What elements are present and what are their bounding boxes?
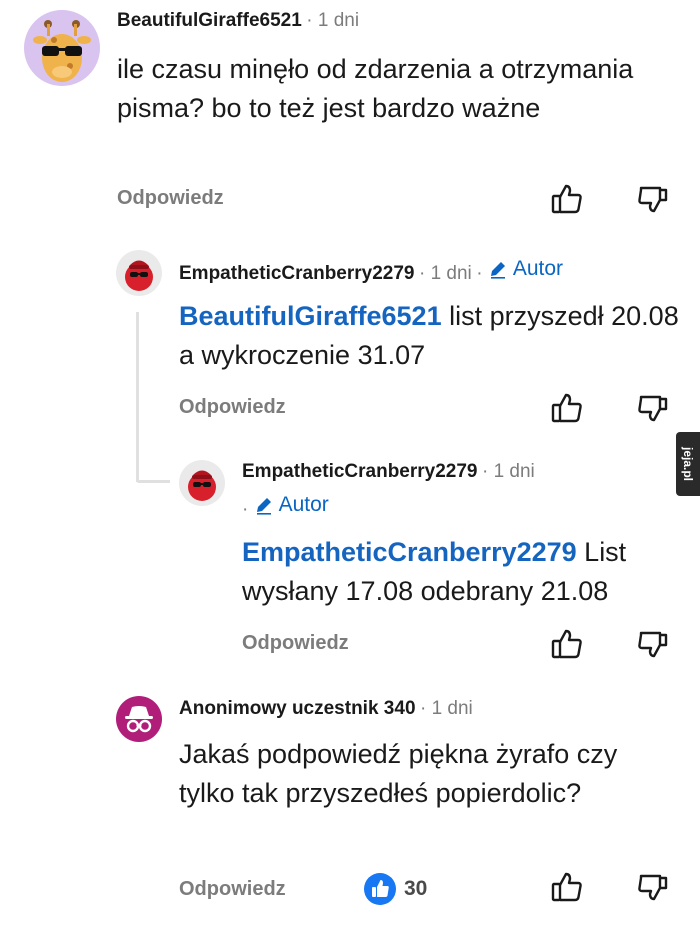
- pencil-icon: [256, 498, 271, 515]
- reply-button[interactable]: Odpowiedz: [179, 878, 286, 901]
- cranberry-icon: [188, 470, 216, 501]
- reply-button[interactable]: Odpowiedz: [117, 187, 224, 210]
- username[interactable]: Anonimowy uczestnik 340: [179, 698, 416, 719]
- comment-body: BeautifulGiraffe6521 list przyszedł 20.0…: [179, 297, 679, 375]
- like-reaction-icon: [364, 873, 396, 905]
- thumbs-down-icon[interactable]: [636, 627, 670, 661]
- avatar[interactable]: [24, 10, 100, 86]
- author-label: Autor: [278, 493, 329, 516]
- comment-header: EmpatheticCranberry2279 · 1 dni · Autor: [179, 257, 563, 285]
- comment-body: Jakaś podpowiedź piękna żyrafo czy tylko…: [179, 739, 618, 808]
- comment-header: BeautifulGiraffe6521 · 1 dni: [117, 10, 359, 32]
- comment-header-author: · Autor: [242, 493, 329, 521]
- comment-header: Anonimowy uczestnik 340 · 1 dni: [179, 698, 473, 720]
- like-reaction[interactable]: 30: [364, 873, 427, 905]
- separator: ·: [418, 263, 431, 284]
- thumbs-up-icon[interactable]: [550, 870, 584, 904]
- incognito-icon: [125, 706, 153, 733]
- separator: ·: [481, 461, 494, 482]
- thumbs-up-icon[interactable]: [550, 627, 584, 661]
- username[interactable]: EmpatheticCranberry2279: [179, 263, 415, 284]
- timestamp: 1 dni: [431, 698, 473, 719]
- watermark-text: jeja.pl: [681, 446, 696, 482]
- thread-connector: [136, 480, 170, 483]
- pencil-icon: [490, 262, 505, 279]
- comment-header: EmpatheticCranberry2279 · 1 dni: [242, 461, 535, 483]
- separator: ·: [306, 10, 318, 31]
- giraffe-sunglasses-icon: [33, 20, 91, 82]
- comment-body: ile czasu minęło od zdarzenia a otrzyman…: [117, 54, 634, 123]
- thumbs-down-icon[interactable]: [636, 182, 670, 216]
- like-count: 30: [404, 877, 428, 900]
- reply-button[interactable]: Odpowiedz: [179, 396, 286, 419]
- avatar[interactable]: [116, 696, 162, 742]
- author-badge: Autor: [254, 493, 329, 517]
- timestamp: 1 dni: [493, 461, 535, 482]
- thread-line: [136, 312, 139, 482]
- comment-body: EmpatheticCranberry2279 List wysłany 17.…: [242, 533, 682, 611]
- thumbs-up-icon[interactable]: [550, 391, 584, 425]
- avatar[interactable]: [116, 250, 162, 296]
- reply-button[interactable]: Odpowiedz: [242, 632, 349, 655]
- author-label: Autor: [512, 257, 564, 280]
- timestamp: 1 dni: [317, 10, 360, 31]
- author-badge: Autor: [488, 257, 563, 281]
- timestamp: 1 dni: [430, 263, 472, 284]
- separator: ·: [419, 698, 432, 719]
- cranberry-icon: [125, 260, 153, 291]
- username[interactable]: EmpatheticCranberry2279: [242, 461, 478, 482]
- separator: ·: [476, 263, 488, 284]
- separator: ·: [242, 499, 254, 520]
- username[interactable]: BeautifulGiraffe6521: [117, 10, 302, 31]
- thumbs-down-icon[interactable]: [636, 391, 670, 425]
- user-mention[interactable]: EmpatheticCranberry2279: [242, 537, 577, 567]
- thumbs-up-icon[interactable]: [550, 182, 584, 216]
- site-watermark: jeja.pl: [676, 432, 700, 496]
- avatar[interactable]: [179, 460, 225, 506]
- user-mention[interactable]: BeautifulGiraffe6521: [179, 301, 442, 331]
- thumbs-down-icon[interactable]: [636, 870, 670, 904]
